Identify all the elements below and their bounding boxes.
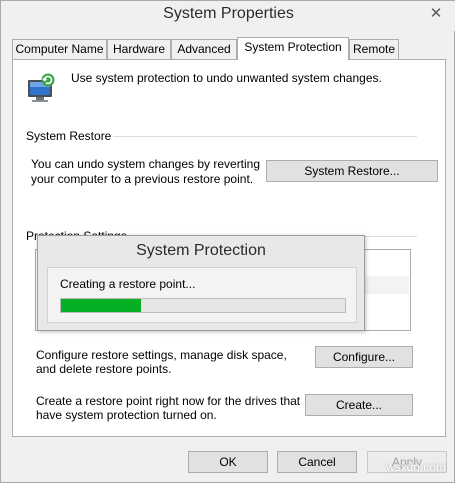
tab-remote[interactable]: Remote <box>349 39 399 59</box>
dialog-title: System Protection <box>136 242 266 259</box>
cancel-button[interactable]: Cancel <box>277 451 357 473</box>
dialog-content: Creating a restore point... <box>47 267 357 323</box>
system-protection-icon <box>24 72 60 106</box>
window-title: System Properties <box>163 5 294 22</box>
tab-advanced[interactable]: Advanced <box>171 39 237 59</box>
tab-label: System Protection <box>244 40 342 54</box>
title-bar[interactable]: System Properties ✕ <box>1 1 455 31</box>
create-desc-line2: have system protection turned on. <box>36 408 217 422</box>
system-restore-desc-line1: You can undo system changes by reverting <box>31 157 261 171</box>
tab-label: Advanced <box>177 42 231 56</box>
close-icon[interactable]: ✕ <box>422 3 450 25</box>
ok-button[interactable]: OK <box>188 451 268 473</box>
progress-fill <box>61 299 141 312</box>
tab-label: Remote <box>352 42 396 56</box>
system-protection-dialog: System Protection Creating a restore poi… <box>37 235 365 331</box>
configure-desc-line1: Configure restore settings, manage disk … <box>36 348 287 362</box>
tab-hardware[interactable]: Hardware <box>107 39 171 59</box>
system-restore-button[interactable]: System Restore... <box>266 160 438 182</box>
system-restore-heading: System Restore <box>26 129 112 143</box>
group-divider <box>113 136 417 137</box>
configure-button[interactable]: Configure... <box>315 346 413 368</box>
intro-text: Use system protection to undo unwanted s… <box>71 71 382 85</box>
system-properties-window: System Properties ✕ Computer Name Hardwa… <box>0 0 455 483</box>
configure-desc-line2: and delete restore points. <box>36 362 172 376</box>
tab-label: Hardware <box>112 42 166 56</box>
tab-system-protection[interactable]: System Protection <box>237 37 349 60</box>
system-restore-desc-line2: your computer to a previous restore poin… <box>31 172 254 186</box>
dialog-message: Creating a restore point... <box>60 277 196 291</box>
watermark: wsxdn.com <box>385 460 446 474</box>
create-button[interactable]: Create... <box>305 394 413 416</box>
tab-label: Computer Name <box>15 42 104 56</box>
progress-bar <box>60 298 346 313</box>
create-desc-line1: Create a restore point right now for the… <box>36 394 301 408</box>
tab-computer-name[interactable]: Computer Name <box>12 39 107 59</box>
